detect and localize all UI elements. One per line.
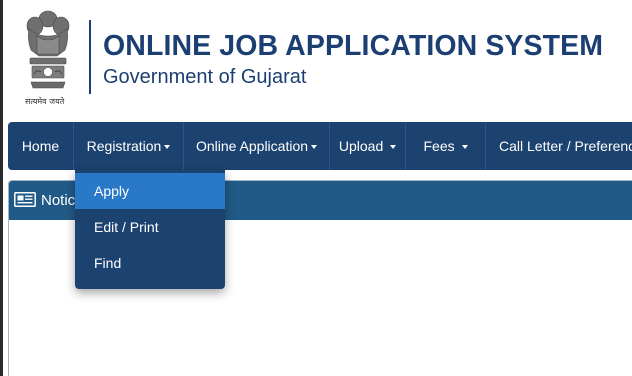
main-navbar: Home Registration Online Application Upl… — [8, 122, 632, 170]
newspaper-icon — [14, 192, 36, 207]
page-subtitle: Government of Gujarat — [103, 66, 307, 88]
state-emblem-icon — [26, 10, 70, 89]
caret-down-icon — [390, 145, 397, 150]
nav-item-label: Registration — [86, 138, 162, 154]
nav-item-online-application[interactable]: Online Application — [184, 122, 330, 170]
nav-item-upload[interactable]: Upload — [330, 122, 406, 170]
menu-item-find[interactable]: Find — [75, 245, 225, 281]
page-title: ONLINE JOB APPLICATION SYSTEM — [103, 30, 604, 62]
site-header: सत्यमेव जयते ONLINE JOB APPLICATION SYST… — [3, 0, 632, 120]
caret-down-icon — [164, 145, 171, 150]
nav-item-label: Upload — [338, 138, 388, 154]
nav-item-call-letter[interactable]: Call Letter / Preferenc — [486, 122, 632, 170]
nav-item-label: Call Letter / Preferenc — [499, 138, 632, 154]
nav-item-label: Fees — [423, 138, 459, 154]
notice-panel-title: Notic — [41, 192, 76, 209]
header-divider — [89, 20, 91, 94]
nav-item-label: Online Application — [195, 138, 309, 154]
nav-item-label: Home — [21, 138, 60, 154]
nav-item-fees[interactable]: Fees — [406, 122, 486, 170]
caret-down-icon — [461, 145, 468, 150]
caret-down-icon — [311, 145, 318, 150]
emblem-caption: सत्यमेव जयते — [25, 97, 65, 106]
menu-item-edit-print[interactable]: Edit / Print — [75, 209, 225, 245]
registration-dropdown-menu: Apply Edit / Print Find — [75, 170, 225, 289]
menu-item-apply[interactable]: Apply — [75, 173, 225, 209]
nav-item-registration[interactable]: Registration — [74, 122, 184, 170]
nav-item-home[interactable]: Home — [8, 122, 74, 170]
